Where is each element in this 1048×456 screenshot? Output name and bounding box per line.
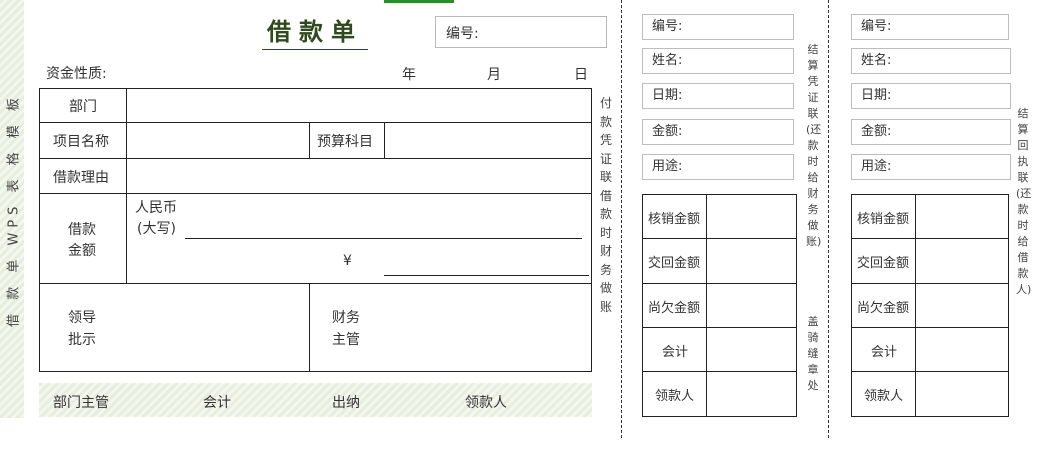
stub2-returned-label: 交回金额 [857, 256, 910, 271]
stub1-accountant-label: 会计 [662, 345, 689, 360]
stub1-purpose-field[interactable]: 用途: [642, 154, 794, 180]
accountant-label: 会计 [203, 395, 231, 411]
stub2-purpose-field[interactable]: 用途: [851, 154, 1011, 180]
yen-symbol: ¥ [343, 253, 352, 269]
leader-approval-input[interactable] [128, 286, 308, 370]
col-divider [309, 122, 310, 158]
stub2-amount-field[interactable]: 金额: [851, 119, 1011, 145]
stub2-accountant-label: 会计 [871, 345, 898, 360]
row-divider [39, 158, 592, 159]
stub2-recipient-label: 领款人 [864, 389, 904, 404]
leader-label-2: 批示 [68, 332, 96, 348]
row-divider [39, 193, 592, 194]
finance-head-label-1: 财务 [332, 310, 360, 326]
stub1-writeoff-label: 核销金额 [648, 212, 701, 227]
leader-label-1: 领导 [68, 310, 96, 326]
row-divider [39, 283, 592, 284]
stub2-accountant-input[interactable] [917, 329, 1007, 370]
stub2-owed-label: 尚欠金额 [857, 301, 910, 316]
side-strip: 借 款 单 WPS 表 格 模 板 [0, 0, 24, 418]
seal-caption: 盖骑缝章处 [807, 315, 819, 392]
stub1-date-field[interactable]: 日期: [642, 83, 794, 109]
project-name-label: 项目名称 [53, 134, 109, 150]
signature-footer: 部门主管 会计 出纳 领款人 [39, 383, 592, 417]
stub2-writeoff-label: 核销金额 [857, 212, 910, 227]
stub2-recipient-input[interactable] [917, 373, 1007, 415]
day-label: 日 [574, 67, 588, 83]
row-divider [642, 238, 797, 239]
capital-amount-line [185, 238, 582, 239]
project-name-input[interactable] [128, 124, 308, 157]
row-divider [39, 122, 592, 123]
finance-head-input[interactable] [370, 286, 590, 370]
stub2-name-field[interactable]: 姓名: [851, 48, 1011, 74]
row-divider [851, 238, 1009, 239]
top-accent-bar [384, 0, 454, 3]
recipient-label: 领款人 [465, 395, 507, 411]
col-divider [915, 194, 916, 417]
stub2-number-field[interactable]: 编号: [851, 14, 1009, 40]
settlement-receipt-caption: 结算回执联(还款时给借款人) [1016, 107, 1032, 296]
stub1-returned-label: 交回金额 [648, 256, 701, 271]
budget-subject-label: 预算科目 [317, 134, 373, 150]
loan-reason-label: 借款理由 [53, 170, 109, 186]
settlement-voucher-caption: 结算凭证联(还款时给财务做账) [806, 43, 822, 248]
capital-amount-label: (大写) [137, 221, 176, 237]
stub1-writeoff-input[interactable] [708, 196, 795, 237]
capital-amount-input[interactable] [186, 216, 582, 238]
stub2-writeoff-input[interactable] [917, 196, 1007, 237]
finance-head-label-2: 主管 [332, 332, 360, 348]
rmb-label: 人民币 [135, 200, 177, 216]
stub1-accountant-input[interactable] [708, 329, 795, 370]
dept-head-label: 部门主管 [53, 395, 109, 411]
payment-voucher-caption: 付款凭证联借款时财务做账 [599, 96, 612, 314]
department-label: 部门 [69, 99, 97, 115]
stub2-owed-input[interactable] [917, 285, 1007, 326]
stub1-recipient-label: 领款人 [655, 389, 695, 404]
stub2-date-field[interactable]: 日期: [851, 83, 1011, 109]
budget-subject-input[interactable] [386, 124, 590, 157]
stub1-name-field[interactable]: 姓名: [642, 48, 794, 74]
stub1-amount-field[interactable]: 金额: [642, 119, 794, 145]
yen-amount-input[interactable] [385, 253, 589, 275]
stub2-returned-input[interactable] [917, 240, 1007, 282]
number-field[interactable]: 编号: [435, 16, 607, 48]
stub1-owed-input[interactable] [708, 285, 795, 326]
stub1-number-field[interactable]: 编号: [642, 14, 794, 40]
number-label: 编号: [446, 26, 479, 42]
side-template-label: 借 款 单 WPS 表 格 模 板 [6, 93, 22, 327]
row-divider [851, 371, 1009, 372]
year-label: 年 [402, 67, 416, 83]
col-divider [384, 122, 385, 158]
fund-nature-label: 资金性质: [46, 66, 107, 82]
stub1-recipient-input[interactable] [708, 373, 795, 415]
stub1-returned-input[interactable] [708, 240, 795, 282]
cut-line [828, 0, 829, 438]
month-label: 月 [487, 67, 501, 83]
row-divider [851, 283, 1009, 284]
cut-line [621, 0, 622, 438]
department-input[interactable] [128, 90, 590, 121]
stub1-owed-label: 尚欠金额 [648, 301, 701, 316]
row-divider [642, 327, 797, 328]
page-title: 借款单 [262, 12, 368, 50]
row-divider [851, 327, 1009, 328]
col-divider [126, 88, 127, 284]
row-divider [642, 283, 797, 284]
loan-amount-label-1: 借款 [68, 222, 96, 238]
cashier-label: 出纳 [332, 395, 360, 411]
row-divider [642, 371, 797, 372]
yen-amount-line [384, 275, 589, 276]
loan-reason-input[interactable] [128, 160, 590, 192]
col-divider [309, 283, 310, 372]
loan-amount-label-2: 金额 [68, 243, 96, 259]
col-divider [706, 194, 707, 417]
